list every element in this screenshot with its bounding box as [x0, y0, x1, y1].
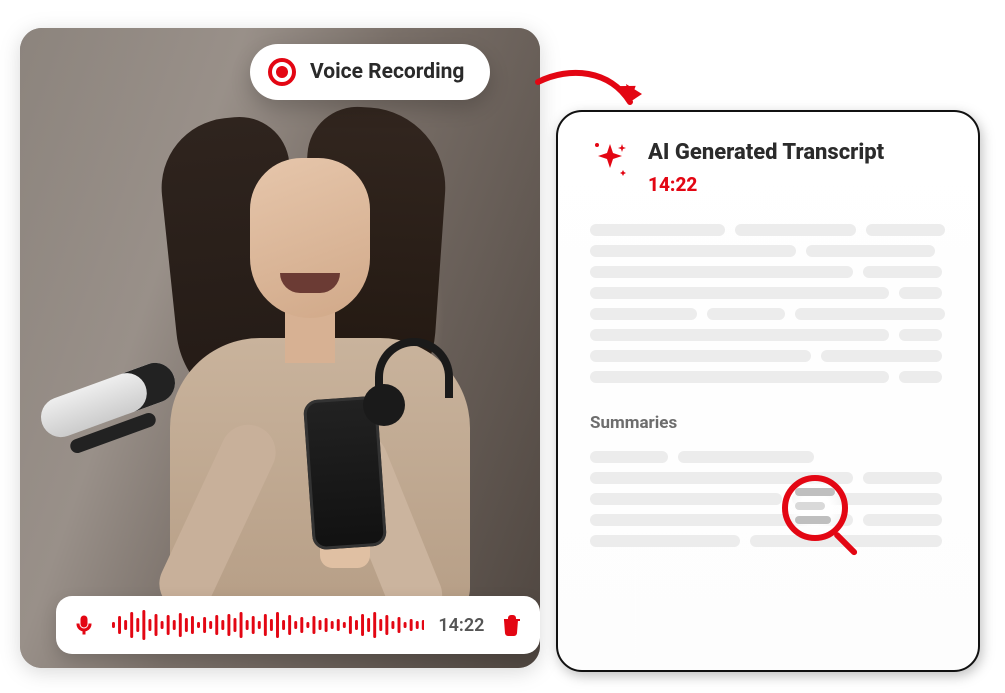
magnifier-icon [782, 475, 872, 565]
transcript-title: AI Generated Transcript [648, 140, 884, 165]
summaries-heading: Summaries [590, 413, 946, 433]
transcript-timestamp: 14:22 [648, 173, 884, 196]
person-illustration [140, 78, 480, 638]
skeleton-bar [806, 245, 934, 257]
audio-playback-bar: 14:22 [56, 596, 540, 654]
microphone-icon[interactable] [70, 610, 98, 640]
audio-timestamp: 14:22 [438, 615, 484, 636]
audio-waveform [112, 607, 425, 643]
headphones-prop [365, 338, 463, 436]
skeleton-bar [899, 371, 942, 383]
skeleton-bar [863, 472, 941, 484]
summaries-skeleton [590, 451, 946, 547]
voice-recording-label: Voice Recording [310, 60, 464, 84]
skeleton-bar [707, 308, 785, 320]
voice-recording-pill: Voice Recording [250, 44, 490, 100]
skeleton-bar [899, 287, 942, 299]
skeleton-bar [821, 350, 942, 362]
skeleton-bar [590, 535, 740, 547]
skeleton-bar [590, 224, 725, 236]
record-icon [268, 58, 296, 86]
transcript-card: AI Generated Transcript 14:22 Summaries [556, 110, 980, 672]
skeleton-bar [795, 308, 945, 320]
transcript-skeleton [590, 224, 946, 383]
skeleton-bar [735, 224, 856, 236]
skeleton-bar [899, 329, 942, 341]
skeleton-bar [590, 493, 782, 505]
skeleton-bar [590, 451, 668, 463]
skeleton-bar [590, 245, 796, 257]
photo-card: 14:22 [20, 28, 540, 668]
skeleton-bar [590, 350, 811, 362]
skeleton-bar [863, 266, 941, 278]
skeleton-bar [863, 514, 941, 526]
skeleton-bar [678, 451, 813, 463]
skeleton-bar [590, 287, 889, 299]
sparkle-icon [590, 140, 630, 184]
flow-arrow-icon [530, 60, 650, 140]
skeleton-bar [590, 371, 889, 383]
skeleton-bar [590, 308, 697, 320]
microphone-prop [38, 368, 218, 428]
skeleton-bar [590, 266, 853, 278]
trash-icon[interactable] [498, 610, 526, 640]
skeleton-bar [866, 224, 944, 236]
skeleton-bar [590, 329, 889, 341]
